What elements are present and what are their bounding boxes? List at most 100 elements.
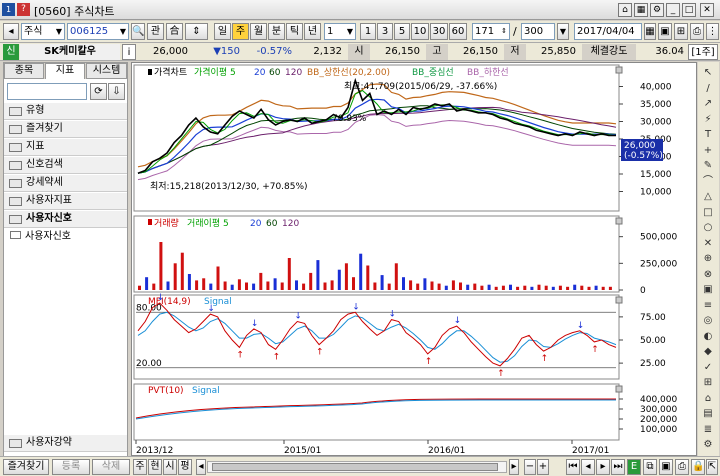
scrollbar-thumb[interactable] [212, 463, 498, 471]
scroll-stepper[interactable]: ⇕ [185, 23, 208, 40]
drawing-tool-icon[interactable]: T [700, 128, 716, 142]
help-icon[interactable]: ? [17, 3, 30, 16]
calendar-icon[interactable]: ▦ [644, 23, 656, 40]
drawing-tool-icon[interactable]: ↖ [700, 66, 716, 80]
merge-button[interactable]: 合 [166, 23, 183, 40]
sidebar-item-signal-search[interactable]: 신호검색 [4, 157, 127, 174]
register-button[interactable]: 등록 [52, 459, 90, 475]
first-page-icon[interactable]: ⏮ [566, 459, 580, 475]
prev-stock-icon[interactable]: ◂ [3, 23, 19, 40]
play-icon[interactable]: ▸ [596, 459, 610, 475]
drawing-tool-icon[interactable]: / [700, 82, 716, 96]
zoom-out-icon[interactable]: − [524, 459, 536, 475]
tab-system[interactable]: 시스템 [86, 63, 127, 79]
sidebar-item-type[interactable]: 유형 [4, 103, 127, 120]
more-icon[interactable]: ⋮ [706, 23, 719, 40]
maximize-button[interactable]: □ [682, 3, 696, 17]
pin-icon[interactable]: ⌂ [618, 3, 632, 17]
panel-close-icon[interactable] [615, 66, 623, 74]
panel-close-icon[interactable] [615, 385, 623, 393]
drawing-tool-icon[interactable]: ≣ [700, 423, 716, 437]
period-minute-button[interactable]: 분 [268, 23, 285, 40]
drawing-tool-icon[interactable]: ≡ [700, 299, 716, 313]
sidebar-item-indicators[interactable]: 지표 [4, 139, 127, 156]
save-icon[interactable]: ▣ [658, 23, 672, 40]
expand-icon[interactable]: ⇱ [706, 459, 718, 475]
interval-10-button[interactable]: 10 [411, 23, 429, 40]
download-icon[interactable]: ⇩ [108, 83, 125, 100]
period-day-button[interactable]: 일 [214, 23, 231, 40]
last-page-icon[interactable]: ⏭ [611, 459, 625, 475]
period-year-button[interactable]: 년 [304, 23, 321, 40]
date-picker[interactable]: 2017/04/04▼ [574, 23, 642, 51]
drawing-tool-icon[interactable]: □ [700, 206, 716, 220]
lock-icon[interactable]: 🔒 [691, 459, 705, 475]
interval-30-button[interactable]: 30 [430, 23, 448, 40]
period-tick-button[interactable]: 틱 [286, 23, 303, 40]
sidebar-item-user-strength[interactable]: 사용자강약 [4, 435, 127, 452]
drawing-tool-icon[interactable]: ✎ [700, 159, 716, 173]
panel-close-icon[interactable] [615, 217, 623, 225]
image-icon[interactable]: ▣ [659, 459, 673, 475]
period-week-button[interactable]: 주 [232, 23, 249, 40]
scroll-right-icon[interactable]: ▸ [509, 459, 519, 475]
interval-5-button[interactable]: 5 [394, 23, 410, 40]
indicator-search-input[interactable] [7, 83, 87, 100]
drawing-tool-icon[interactable]: ✓ [700, 361, 716, 375]
drawing-tool-icon[interactable]: ⚙ [700, 438, 716, 452]
chart-type-button[interactable]: 관 [147, 23, 164, 40]
close-button[interactable]: ✕ [700, 3, 714, 17]
prev-page-icon[interactable]: ◂ [581, 459, 595, 475]
print-icon[interactable]: ⎙ [690, 23, 704, 40]
max-count-dropdown-icon[interactable]: ▼ [557, 23, 569, 40]
period-month-button[interactable]: 월 [250, 23, 267, 40]
chart-scrollbar[interactable] [207, 461, 507, 473]
delete-button[interactable]: 삭제 [92, 459, 130, 475]
drawing-tool-icon[interactable]: ⌂ [700, 392, 716, 406]
interval-1-button[interactable]: 1 [360, 23, 376, 40]
copy-icon[interactable]: ⧉ [643, 459, 657, 475]
print-bottom-icon[interactable]: ⎙ [675, 459, 689, 475]
interval-60-button[interactable]: 60 [449, 23, 467, 40]
scroll-left-icon[interactable]: ◂ [196, 459, 206, 475]
refresh-icon[interactable]: ⟳ [90, 83, 107, 100]
drawing-tool-icon[interactable]: ↗ [700, 97, 716, 111]
max-count-input[interactable]: 300 [521, 23, 555, 40]
sidebar-subitem-user-signals[interactable]: 사용자신호 [10, 229, 71, 245]
interval-select[interactable]: 1 ▼ [324, 23, 356, 40]
drawing-tool-icon[interactable]: ⌒ [700, 175, 716, 189]
drawing-tool-icon[interactable]: ⊕ [700, 252, 716, 266]
drawing-tool-icon[interactable]: △ [700, 190, 716, 204]
grid-icon[interactable]: ⊞ [674, 23, 688, 40]
info-button[interactable]: i [122, 44, 136, 60]
tab-indicator[interactable]: 지표 [45, 63, 85, 79]
bar-count-stepper[interactable]: 171 ⇕ [472, 23, 510, 40]
zoom-in-icon[interactable]: + [537, 459, 549, 475]
market-select[interactable]: 주식 ▼ [21, 23, 65, 40]
view-open-button[interactable]: 시 [163, 459, 177, 475]
chart-area[interactable]: 가격차트 가격이평 5 20 60 120 BB_상한선(20,2.00) BB… [131, 62, 697, 456]
sidebar-item-favorites[interactable]: 즐겨찾기 [4, 121, 127, 138]
panel-close-icon[interactable] [615, 296, 623, 304]
drawing-tool-icon[interactable]: ◎ [700, 314, 716, 328]
drawing-tool-icon[interactable]: ◆ [700, 345, 716, 359]
view-avg-button[interactable]: 평 [178, 459, 192, 475]
interval-3-button[interactable]: 3 [377, 23, 393, 40]
favorites-button[interactable]: 즐겨찾기 [3, 459, 49, 475]
drawing-tool-icon[interactable]: ⊞ [700, 376, 716, 390]
view-week-button[interactable]: 주 [133, 459, 147, 475]
drawing-tool-icon[interactable]: ○ [700, 221, 716, 235]
drawing-tool-icon[interactable]: ⊗ [700, 268, 716, 282]
drawing-tool-icon[interactable]: ✕ [700, 237, 716, 251]
tab-stock[interactable]: 종목 [4, 63, 44, 79]
search-icon[interactable]: 🔍 [131, 23, 145, 40]
sidebar-item-strength[interactable]: 강세약세 [4, 175, 127, 192]
sidebar-item-user-signals[interactable]: 사용자신호 [4, 211, 127, 228]
layout-icon[interactable]: ▦ [634, 3, 648, 17]
settings-icon[interactable]: ⚙ [650, 3, 664, 17]
excel-icon[interactable]: E [627, 459, 641, 475]
minimize-button[interactable]: _ [666, 3, 680, 17]
sidebar-item-user-indicators[interactable]: 사용자지표 [4, 193, 127, 210]
drawing-tool-icon[interactable]: ▣ [700, 283, 716, 297]
drawing-tool-icon[interactable]: ⚡ [700, 113, 716, 127]
